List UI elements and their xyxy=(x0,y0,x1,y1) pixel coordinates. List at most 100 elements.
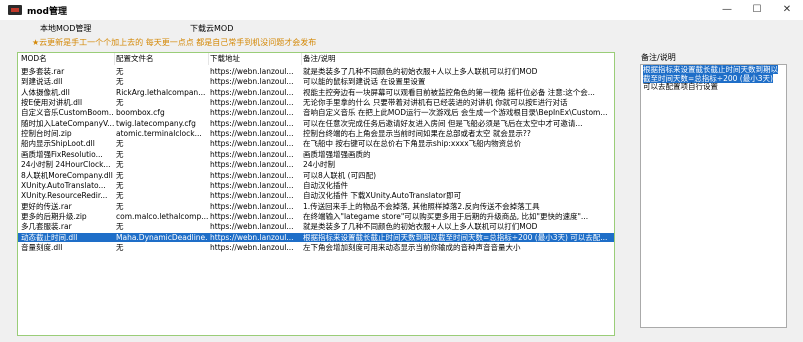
table-cell: 可以在任意次完成任务后邀请好友进入房间 但是飞船必须是飞后在太空中才可邀请... xyxy=(303,118,583,128)
table-cell: https://webn.lanzoul... xyxy=(210,211,294,221)
table-cell: https://webn.lanzoul... xyxy=(210,232,294,242)
app-icon xyxy=(8,5,22,15)
table-cell: 音量刻度.dll xyxy=(21,242,63,252)
table-cell: https://webn.lanzoul... xyxy=(210,201,294,211)
table-cell: 在飞船中 按右键可以在总价右下角显示ship:xxxx飞船内物资总价 xyxy=(303,139,522,149)
tab-download-cloud-mod[interactable]: 下载云MOD xyxy=(190,23,233,34)
table-row[interactable]: 控制台时间.zip atomic.terminalclock... https://… xyxy=(18,129,614,138)
table-cell: 1.传送回来手上的物品不会掉落, 其他照样掉落2.反向传送不会掉落工具 xyxy=(303,201,540,211)
notes-rest-text: 可以去配置项自行设置 xyxy=(643,82,718,91)
table-row[interactable]: 人体摄像机.dll RickArg.lethalcompan... https://… xyxy=(18,88,614,97)
table-row[interactable]: 多几套服装.rar 无 https://webn.lanzoul... 就是类装多了几… xyxy=(18,222,614,231)
table-cell: 无 xyxy=(116,170,124,180)
table-row[interactable]: 动态截止时间.dll Maha.DynamicDeadline... https:/… xyxy=(18,232,614,242)
table-cell: 无 xyxy=(116,180,124,190)
table-cell: 无 xyxy=(116,149,124,159)
table-cell: https://webn.lanzoul... xyxy=(210,222,294,232)
table-header: MOD名 配置文件名 下载地址 备注/说明 xyxy=(18,53,614,65)
table-cell: https://webn.lanzoul... xyxy=(210,98,294,108)
table-cell: twig.latecompany.cfg xyxy=(116,118,196,128)
column-header[interactable]: 配置文件名 xyxy=(116,53,208,65)
column-header[interactable]: 下载地址 xyxy=(210,53,301,65)
table-row[interactable]: XUnity.ResourceRedir... 无 https://webn.lan… xyxy=(18,191,614,200)
table-cell: https://webn.lanzoul... xyxy=(210,118,294,128)
tab-local-mod-manage[interactable]: 本地MOD管理 xyxy=(40,23,91,34)
table-cell: 船内显示ShipLoot.dll xyxy=(21,139,95,149)
notes-selected-text: 根据指标来设置截长截止时间天数到期以截至时间天数=总指标÷200 (最小3天) xyxy=(643,65,778,83)
table-cell: XUnity.ResourceRedir... xyxy=(21,191,108,201)
table-cell: atomic.terminalclock... xyxy=(116,129,202,139)
mod-list-panel: MOD名 配置文件名 下载地址 备注/说明 更多套装.rar 无 https://webn.… xyxy=(17,52,615,336)
table-cell: 就是类装多了几种不同颜色的初始衣服+人以上多人联机可以打们MOD xyxy=(303,67,538,76)
table-cell: 根据指标来设置截长截止时间天数到期以截至时间天数=总指标÷200 (最小3天) … xyxy=(303,232,608,242)
table-cell: 随时加入LateCompanyV... xyxy=(21,118,114,128)
table-cell: 更多套装.rar xyxy=(21,67,65,76)
table-cell: 控制台时间.zip xyxy=(21,129,72,139)
table-cell: https://webn.lanzoul... xyxy=(210,191,294,201)
table-cell: 24小时制 xyxy=(303,160,336,170)
close-icon[interactable]: ✕ xyxy=(772,0,802,20)
table-row[interactable]: 自定义音乐CustomBoom... boombox.cfg https://web… xyxy=(18,108,614,117)
table-cell: 更多的后期升级.zip xyxy=(21,211,87,221)
table-cell: 无论你手里拿的什么 只要带着对讲机有已经装进的对讲机 你就可以按E进行对话 xyxy=(303,98,568,108)
table-cell: 人体摄像机.dll xyxy=(21,87,70,97)
table-cell: 就是类装多了几种不同颜色的初始衣服+人以上多人联机可以打们MOD xyxy=(303,222,538,232)
column-divider[interactable] xyxy=(301,53,302,65)
table-cell: 更好的传送.rar xyxy=(21,201,72,211)
column-divider[interactable] xyxy=(114,53,115,65)
column-divider[interactable] xyxy=(208,53,209,65)
table-cell: https://webn.lanzoul... xyxy=(210,139,294,149)
table-cell: 自定义音乐CustomBoom... xyxy=(21,108,114,118)
table-cell: https://webn.lanzoul... xyxy=(210,160,294,170)
table-cell: 无 xyxy=(116,77,124,87)
notes-label: 备注/说明 xyxy=(641,53,676,62)
table-cell: https://webn.lanzoul... xyxy=(210,170,294,180)
table-cell: 音响自定义音乐 在把上此MOD运行一次游戏后 会生成一个游戏根目录\BepInE… xyxy=(303,108,608,118)
notes-textarea[interactable]: 根据指标来设置截长截止时间天数到期以截至时间天数=总指标÷200 (最小3天) … xyxy=(640,64,787,328)
maximize-icon[interactable]: ☐ xyxy=(742,0,772,20)
table-row[interactable]: 更多的后期升级.zip com.malco.lethalcomp... https:… xyxy=(18,212,614,221)
window-title: mod管理 xyxy=(27,7,68,17)
table-cell: 无 xyxy=(116,139,124,149)
title-bar: mod管理 — ☐ ✕ xyxy=(0,0,803,20)
table-cell: 无 xyxy=(116,98,124,108)
table-row[interactable]: 24小时制 24HourClock... 无 https://webn.lanzou… xyxy=(18,160,614,169)
table-cell: https://webn.lanzoul... xyxy=(210,87,294,97)
table-cell: 无 xyxy=(116,242,124,252)
table-row[interactable]: XUnity.AutoTranslato... 无 https://webn.lan… xyxy=(18,181,614,190)
table-cell: 无 xyxy=(116,160,124,170)
table-cell: RickArg.lethalcompan... xyxy=(116,87,206,97)
table-cell: https://webn.lanzoul... xyxy=(210,77,294,87)
table-cell: boombox.cfg xyxy=(116,108,165,118)
table-row[interactable]: 音量刻度.dll 无 https://webn.lanzoul... 左下角会增加刻度… xyxy=(18,243,614,252)
table-cell: 无 xyxy=(116,201,124,211)
table-cell: https://webn.lanzoul... xyxy=(210,149,294,159)
table-cell: 自动汉化插件 下载XUnity.AutoTranslator即可 xyxy=(303,191,462,201)
column-header[interactable]: 备注/说明 xyxy=(303,53,613,65)
table-cell: 无 xyxy=(116,67,124,76)
table-row[interactable]: 画质增强FixResolutio... 无 https://webn.lanzoul… xyxy=(18,150,614,159)
table-row[interactable]: 随时加入LateCompanyV... twig.latecompany.cfg h… xyxy=(18,119,614,128)
table-row[interactable]: 8人联机MoreCompany.dll 无 https://webn.lanzoul… xyxy=(18,171,614,180)
table-cell: https://webn.lanzoul... xyxy=(210,180,294,190)
table-cell: 画质增强增强画质的 xyxy=(303,149,371,159)
table-row[interactable]: 按E使用对讲机.dll 无 https://webn.lanzoul... 无论你手里… xyxy=(18,98,614,107)
table-row[interactable]: 到建说话.dll 无 https://webn.lanzoul... 可以能的鼠标到建… xyxy=(18,77,614,86)
table-cell: 多几套服装.rar xyxy=(21,222,72,232)
table-cell: Maha.DynamicDeadline... xyxy=(116,232,208,242)
table-row[interactable]: 更好的传送.rar 无 https://webn.lanzoul... 1.传送回来手… xyxy=(18,202,614,211)
table-row[interactable]: 船内显示ShipLoot.dll 无 https://webn.lanzoul...… xyxy=(18,139,614,148)
table-cell: https://webn.lanzoul... xyxy=(210,108,294,118)
table-cell: 可以8人联机 (可四配) xyxy=(303,170,377,180)
table-cell: 无 xyxy=(116,191,124,201)
table-cell: 到建说话.dll xyxy=(21,77,63,87)
column-header[interactable]: MOD名 xyxy=(21,53,114,65)
table-cell: 视能主控旁边有一块屏幕可以观看目前被监控角色的第一视角 摇杆位必备 注意:这个会… xyxy=(303,87,595,97)
minimize-icon[interactable]: — xyxy=(712,0,742,20)
table-cell: 动态截止时间.dll xyxy=(21,232,78,242)
table-cell: https://webn.lanzoul... xyxy=(210,129,294,139)
table-row[interactable]: 更多套装.rar 无 https://webn.lanzoul... 就是类装多了几种… xyxy=(18,67,614,76)
table-cell: https://webn.lanzoul... xyxy=(210,67,294,76)
table-cell: 控制台终端的右上角会显示当前时间如果在总部或者太空 就会显示?? xyxy=(303,129,531,139)
table-cell: com.malco.lethalcomp... xyxy=(116,211,208,221)
